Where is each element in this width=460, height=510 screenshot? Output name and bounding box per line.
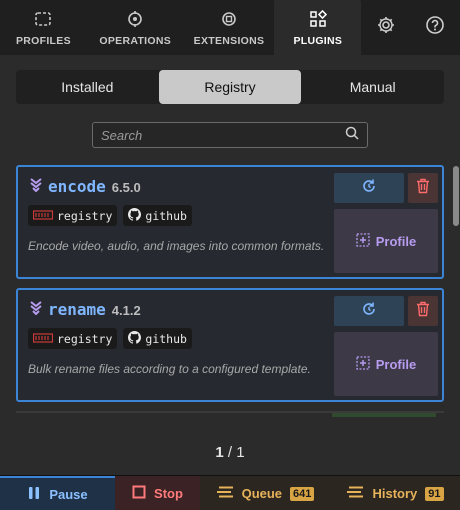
help-icon: [425, 15, 445, 40]
update-button[interactable]: [334, 296, 404, 326]
plugin-name: rename: [48, 300, 106, 319]
plugin-version: 6.5.0: [111, 180, 141, 195]
plugin-description: Encode video, audio, and images into com…: [28, 239, 325, 253]
trash-icon: [416, 301, 430, 322]
segment-manual[interactable]: Manual: [301, 70, 444, 104]
tab-profiles-label: PROFILES: [15, 35, 71, 47]
search-icon[interactable]: [345, 126, 359, 145]
total-pages: 1: [236, 444, 245, 461]
tab-extensions[interactable]: EXTENSIONS: [184, 0, 275, 55]
add-profile-icon: [356, 232, 370, 250]
bottom-action-bar: Pause Stop Queue 641 History 91: [0, 475, 460, 510]
tag-github-label: github: [145, 208, 187, 223]
tag-registry: registry: [28, 205, 118, 226]
queue-button[interactable]: Queue 641: [200, 476, 330, 510]
refresh-icon: [361, 301, 377, 322]
plugin-version: 4.1.2: [111, 303, 141, 318]
plugin-source-switch: Installed Registry Manual: [16, 70, 444, 104]
operations-icon: [125, 9, 145, 29]
tab-profiles[interactable]: PROFILES: [0, 0, 87, 55]
registry-icon: [32, 332, 54, 346]
refresh-icon: [361, 178, 377, 199]
delete-button[interactable]: [408, 296, 438, 326]
gear-icon: [376, 15, 396, 40]
github-icon: [128, 207, 142, 224]
update-button[interactable]: [334, 173, 404, 203]
history-label: History: [372, 486, 418, 501]
github-icon: [128, 330, 142, 347]
registry-icon: [32, 209, 54, 223]
segment-registry[interactable]: Registry: [158, 70, 302, 104]
tab-operations-label: OPERATIONS: [99, 35, 172, 47]
history-icon: [346, 486, 364, 501]
segment-installed[interactable]: Installed: [16, 70, 159, 104]
tag-github: github: [123, 205, 192, 226]
tag-github-label: github: [145, 331, 187, 346]
page-separator: /: [227, 444, 233, 461]
stop-icon: [132, 485, 146, 502]
tab-plugins-label: PLUGINS: [293, 35, 343, 47]
tag-registry-label: registry: [57, 208, 113, 223]
queue-icon: [216, 486, 234, 501]
settings-button[interactable]: [361, 0, 410, 55]
tag-registry-label: registry: [57, 331, 113, 346]
queue-label: Queue: [241, 486, 283, 501]
profile-button[interactable]: Profile: [334, 332, 438, 396]
tag-github: github: [123, 328, 192, 349]
pause-icon: [27, 486, 41, 503]
plugins-icon: [308, 9, 328, 29]
tab-extensions-label: EXTENSIONS: [193, 35, 265, 47]
tab-operations[interactable]: OPERATIONS: [87, 0, 184, 55]
search-box: [92, 122, 368, 148]
tag-registry: registry: [28, 328, 118, 349]
trash-icon: [416, 178, 430, 199]
tab-plugins[interactable]: PLUGINS: [274, 0, 362, 55]
stop-button[interactable]: Stop: [115, 476, 200, 510]
plugin-card-rename: rename 4.1.2 registry github Bulk rename…: [16, 288, 444, 402]
scrollbar-thumb[interactable]: [453, 166, 459, 226]
plugin-card-partial: [16, 411, 444, 421]
stop-label: Stop: [154, 486, 183, 501]
add-profile-icon: [356, 355, 370, 373]
help-button[interactable]: [411, 0, 460, 55]
plugin-name: encode: [48, 177, 106, 196]
profile-button-label: Profile: [375, 356, 417, 372]
current-page: 1: [215, 444, 224, 461]
top-tab-bar: PROFILES OPERATIONS EXTENSIONS PLUGINS: [0, 0, 460, 55]
profile-button-label: Profile: [375, 233, 417, 249]
profiles-icon: [33, 9, 53, 29]
queue-count-badge: 641: [290, 486, 315, 501]
plugin-card-encode: encode 6.5.0 registry github Encode vide…: [16, 165, 444, 279]
delete-button[interactable]: [408, 173, 438, 203]
history-count-badge: 91: [425, 486, 444, 501]
profile-button[interactable]: Profile: [334, 209, 438, 273]
plugin-description: Bulk rename files according to a configu…: [28, 362, 311, 376]
pause-button[interactable]: Pause: [0, 476, 115, 510]
pause-label: Pause: [49, 487, 88, 502]
extensions-icon: [219, 9, 239, 29]
pagination: 1 / 1: [0, 444, 460, 461]
plugin-logo-icon: [30, 299, 42, 316]
plugin-logo-icon: [30, 176, 42, 193]
history-button[interactable]: History 91: [330, 476, 460, 510]
search-input[interactable]: [101, 127, 345, 143]
